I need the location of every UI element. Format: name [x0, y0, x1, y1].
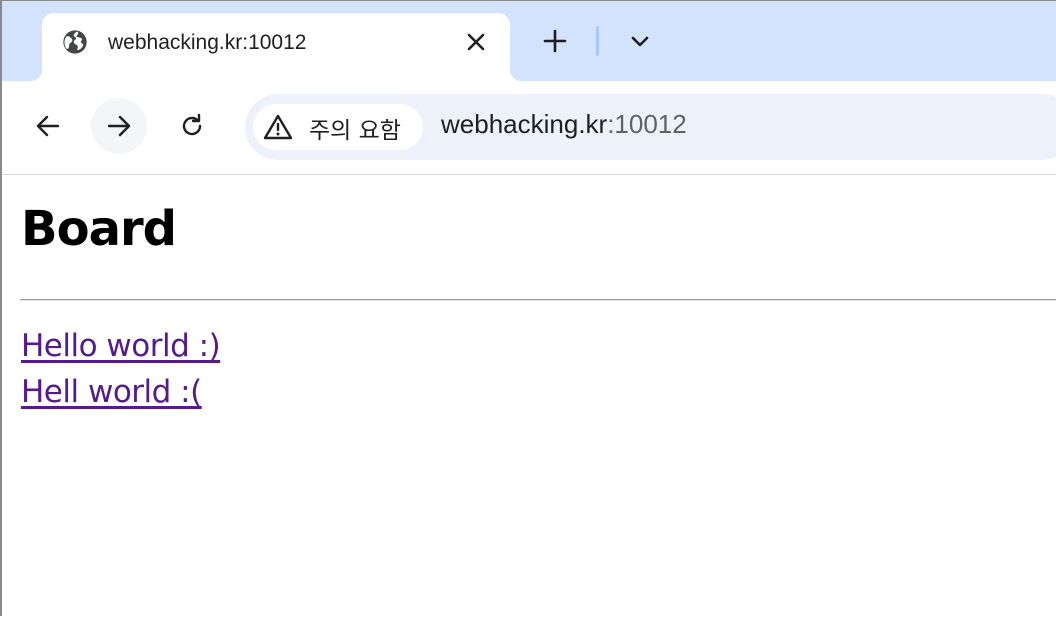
back-button[interactable] — [20, 98, 76, 154]
url-host: webhacking.kr — [441, 109, 608, 139]
tab-divider — [596, 26, 599, 56]
security-label: 주의 요함 — [309, 118, 401, 144]
tab-title: webhacking.kr:10012 — [108, 31, 307, 54]
reload-button[interactable] — [164, 98, 220, 154]
security-chip[interactable]: 주의 요함 — [253, 104, 423, 150]
url-port: :10012 — [607, 109, 687, 139]
tab-strip: webhacking.kr:10012 — [2, 1, 1056, 81]
post-link[interactable]: Hello world :) — [21, 328, 221, 364]
reload-icon — [182, 113, 202, 136]
browser-tab[interactable]: webhacking.kr:10012 — [30, 13, 522, 81]
browser-window: webhacking.kr:10012 주의 요함 webhacking.kr:… — [0, 0, 1056, 617]
warning-icon — [263, 113, 293, 141]
arrow-left-icon — [36, 115, 60, 137]
address-bar[interactable]: 주의 요함 webhacking.kr:10012 — [245, 94, 1056, 160]
arrow-right-icon — [107, 115, 131, 137]
plus-icon[interactable] — [541, 27, 569, 55]
chevron-down-icon[interactable] — [626, 27, 654, 55]
post-link[interactable]: Hell world :( — [21, 374, 202, 410]
browser-toolbar: 주의 요함 webhacking.kr:10012 — [2, 81, 1056, 175]
horizontal-rule — [20, 299, 1056, 301]
page-title: Board — [21, 201, 177, 257]
url-text[interactable]: webhacking.kr:10012 — [441, 109, 687, 140]
close-icon[interactable] — [464, 30, 488, 54]
globe-icon — [61, 28, 89, 56]
forward-button[interactable] — [91, 98, 147, 154]
page-content: Board Hello world :) Hell world :( — [4, 175, 1056, 617]
